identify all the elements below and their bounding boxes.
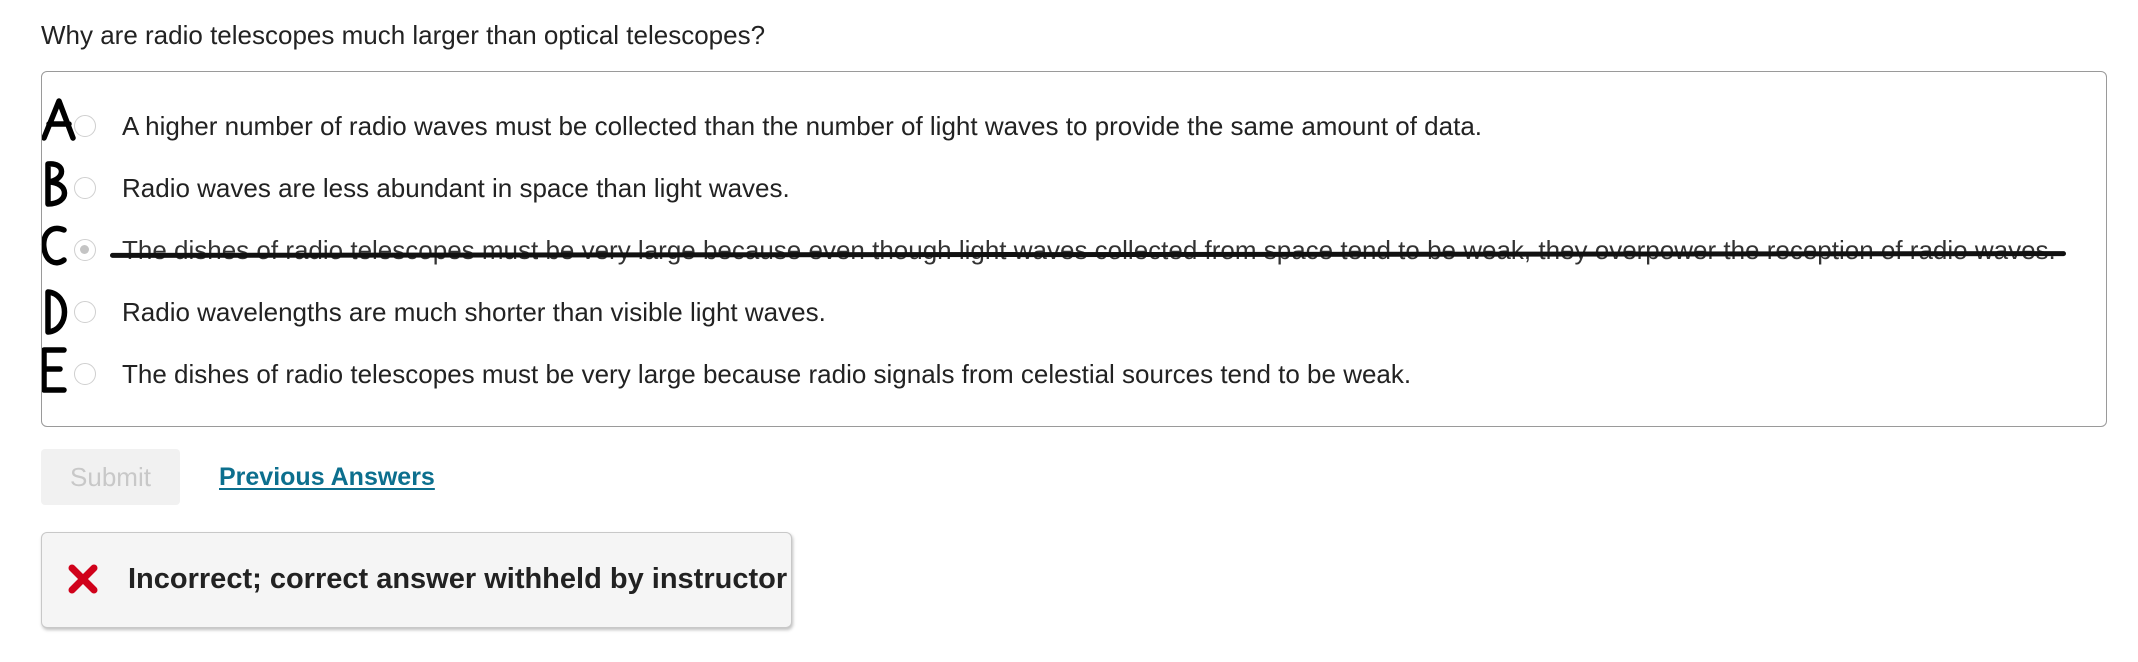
radio-button-b[interactable] xyxy=(74,177,96,199)
feedback-message: Incorrect; correct answer withheld by in… xyxy=(41,532,792,628)
choice-a-text: A higher number of radio waves must be c… xyxy=(122,111,1482,141)
choice-a[interactable]: A higher number of radio waves must be c… xyxy=(42,106,2108,146)
question-text: Why are radio telescopes much larger tha… xyxy=(41,20,766,50)
radio-button-e[interactable] xyxy=(74,363,96,385)
choice-d[interactable]: Radio wavelengths are much shorter than … xyxy=(42,292,2108,332)
choice-d-text: Radio wavelengths are much shorter than … xyxy=(122,297,826,327)
radio-button-a[interactable] xyxy=(74,115,96,137)
choice-b[interactable]: Radio waves are less abundant in space t… xyxy=(42,168,2108,208)
close-icon xyxy=(68,564,98,594)
choice-e-text: The dishes of radio telescopes must be v… xyxy=(122,359,1412,389)
choice-c[interactable]: The dishes of radio telescopes must be v… xyxy=(42,230,2108,270)
choice-b-text: Radio waves are less abundant in space t… xyxy=(122,173,790,203)
previous-answers-link[interactable]: Previous Answers xyxy=(219,459,435,495)
radio-button-d[interactable] xyxy=(74,301,96,323)
feedback-text: Incorrect; correct answer withheld by in… xyxy=(128,563,788,595)
choice-e[interactable]: The dishes of radio telescopes must be v… xyxy=(42,354,2108,394)
submit-button[interactable]: Submit xyxy=(41,449,180,505)
radio-button-c-selected[interactable] xyxy=(74,239,96,261)
answer-choices-panel: A higher number of radio waves must be c… xyxy=(41,71,2107,427)
choice-c-text: The dishes of radio telescopes must be v… xyxy=(122,235,2056,265)
